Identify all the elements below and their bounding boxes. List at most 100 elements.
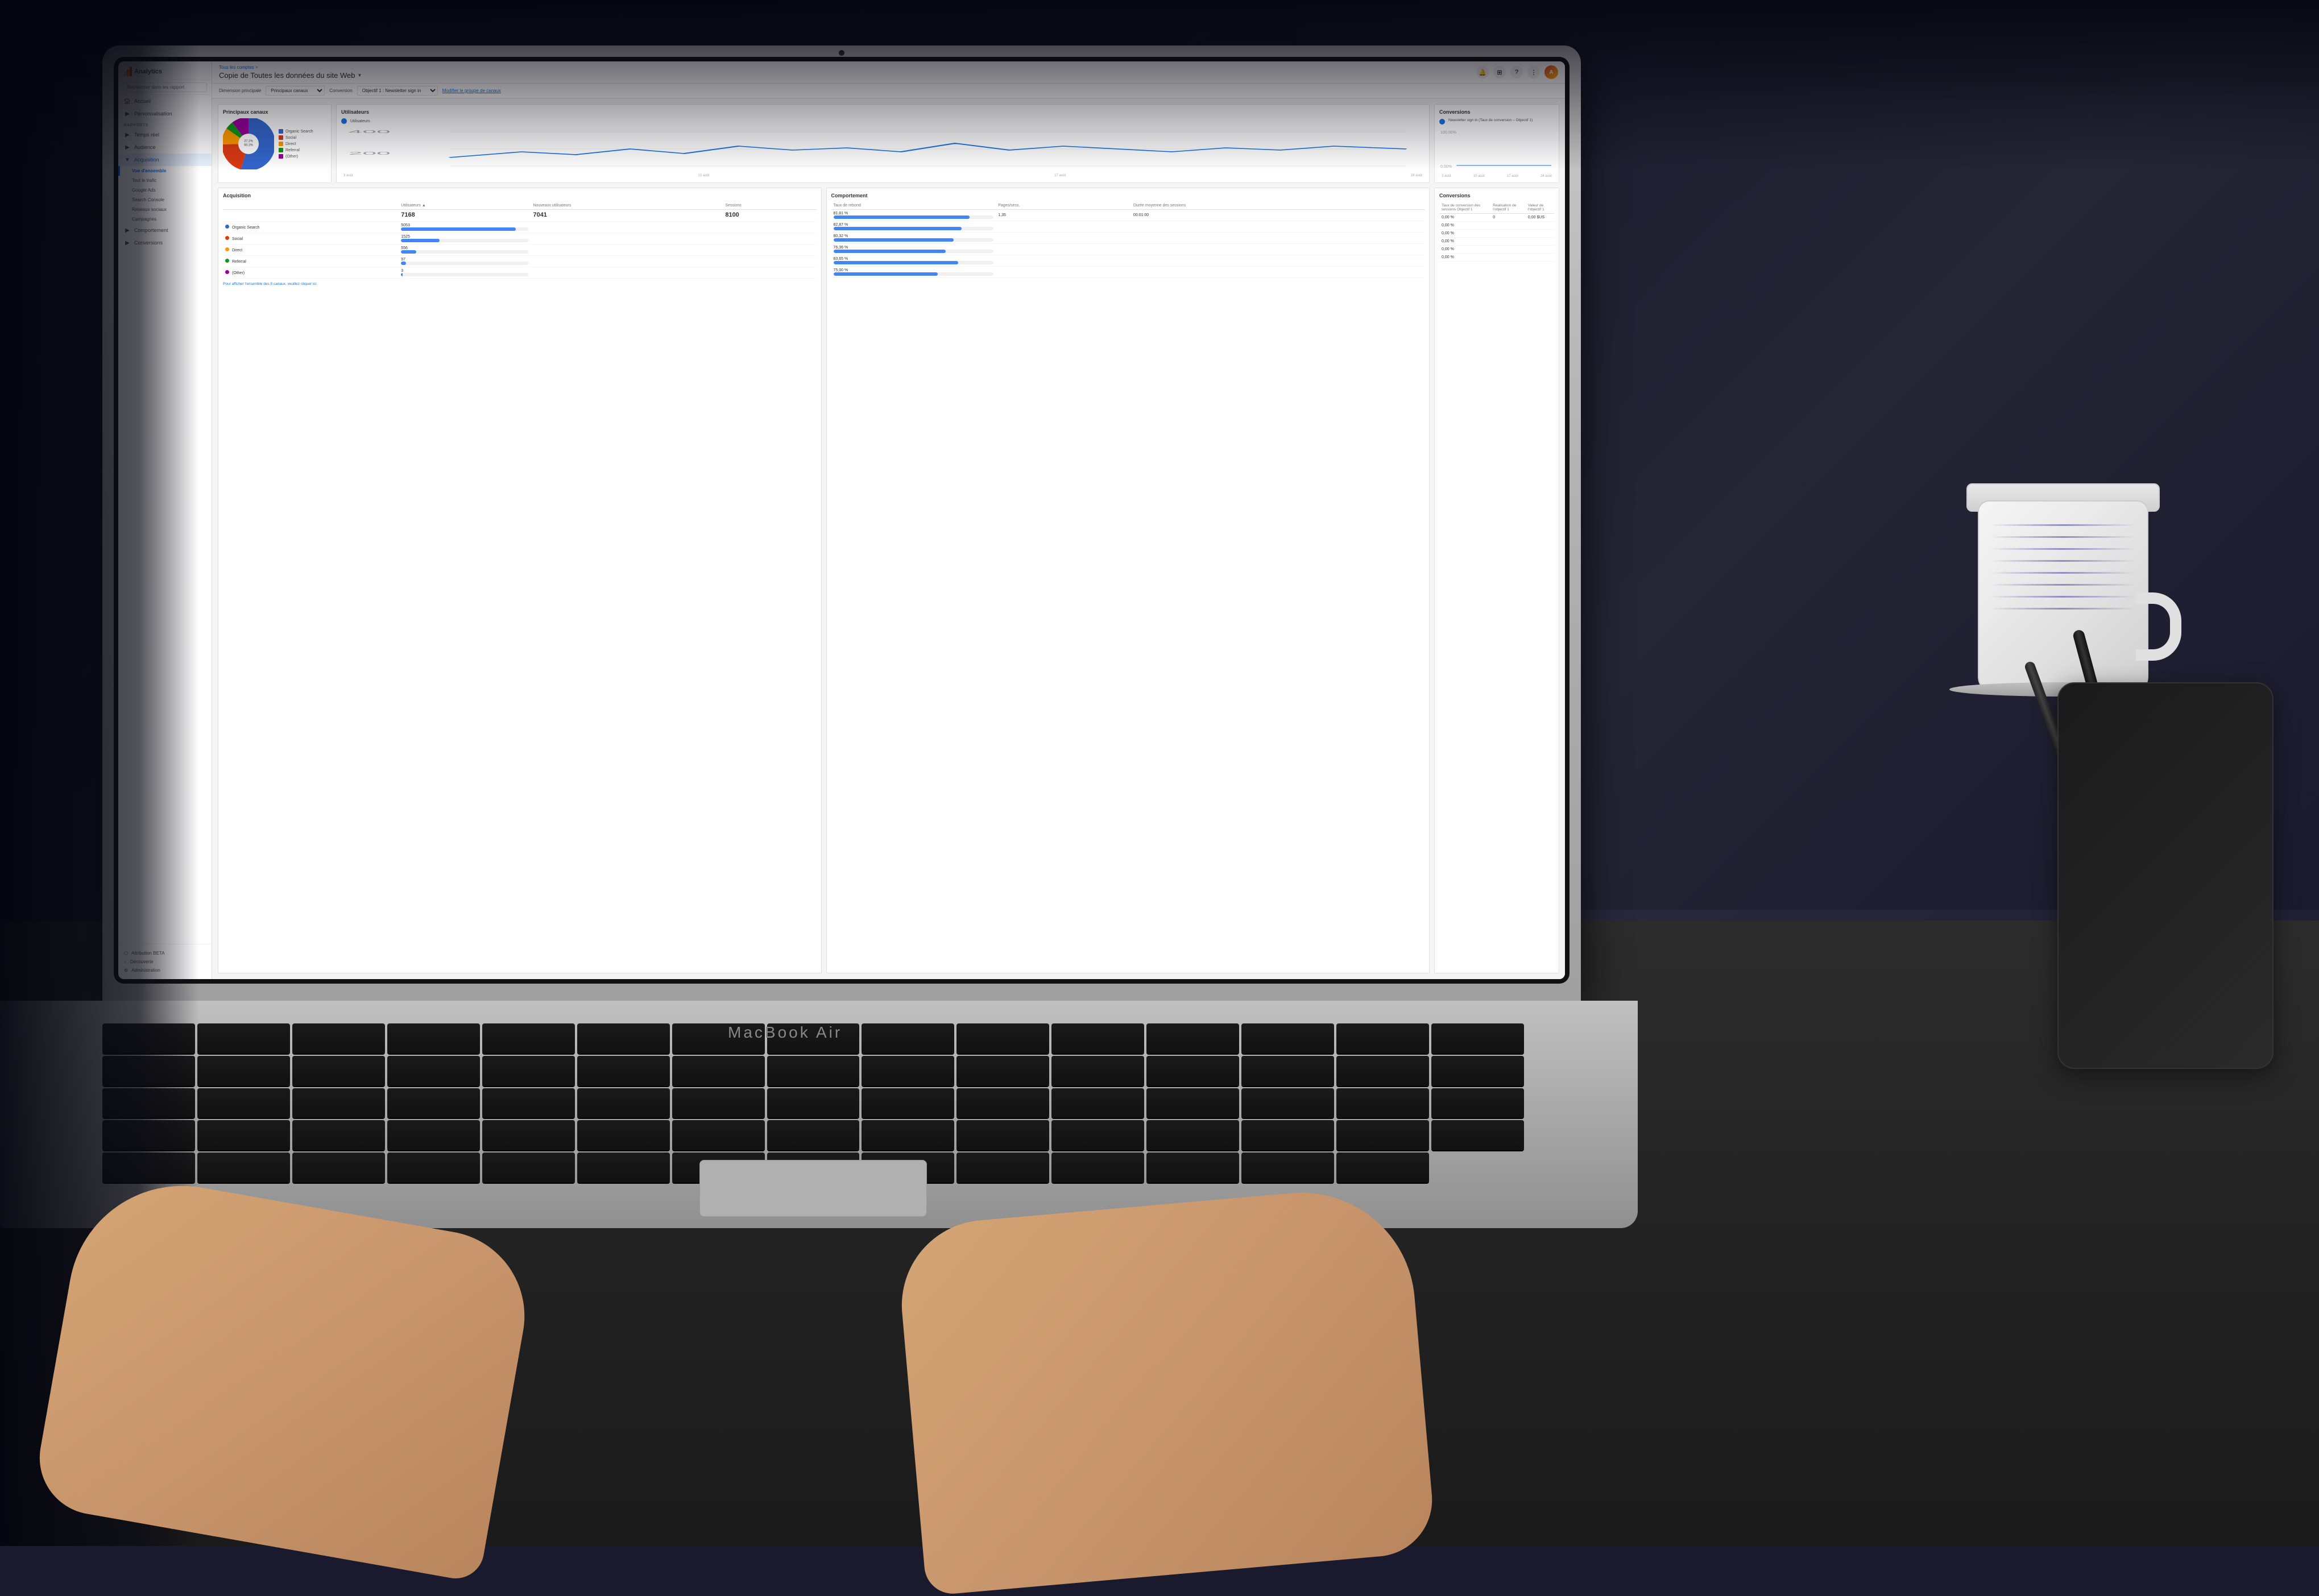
key[interactable] (672, 1088, 765, 1118)
main-content: Tous les comptes > Copie de Toutes les d… (212, 61, 1565, 979)
col-sessions[interactable]: Sessions (723, 202, 816, 210)
key[interactable] (577, 1056, 670, 1086)
key[interactable] (672, 1120, 765, 1150)
top-shadow-overlay (0, 0, 2319, 171)
key[interactable] (1051, 1120, 1144, 1150)
date-3: 17 août (1054, 174, 1066, 177)
key[interactable] (1431, 1120, 1524, 1150)
conv-table: Taux de conversion des sessions Objectif… (1439, 202, 1554, 262)
key[interactable] (577, 1088, 670, 1118)
key[interactable] (197, 1120, 290, 1150)
key[interactable] (197, 1153, 290, 1183)
key[interactable] (197, 1056, 290, 1086)
bar-organic (401, 227, 528, 231)
key[interactable] (292, 1088, 385, 1118)
conv-val-6 (1526, 254, 1554, 262)
key[interactable] (862, 1120, 954, 1150)
bar-fill-3 (401, 250, 416, 254)
col-rebond[interactable]: Taux de rebond (831, 202, 996, 210)
key[interactable] (482, 1153, 575, 1183)
key[interactable] (1336, 1088, 1429, 1118)
key[interactable] (956, 1153, 1049, 1183)
key[interactable] (1336, 1023, 1429, 1054)
key[interactable] (1051, 1023, 1144, 1054)
key[interactable] (862, 1023, 954, 1054)
key[interactable] (1051, 1088, 1144, 1118)
col-users[interactable]: Utilisateurs ▲ (399, 202, 531, 210)
key[interactable] (482, 1023, 575, 1054)
macbook: Analytics 🏠 Accueil ▶ Personnali (102, 45, 1751, 1183)
key[interactable] (387, 1056, 480, 1086)
col-conv-real[interactable]: Réalisation de l'objectif 1 (1490, 202, 1526, 214)
key[interactable] (1241, 1120, 1334, 1150)
key[interactable] (862, 1056, 954, 1086)
key[interactable] (862, 1088, 954, 1118)
key[interactable] (1146, 1056, 1239, 1086)
key[interactable] (387, 1088, 480, 1118)
key[interactable] (1146, 1088, 1239, 1118)
source-5: (Other) (223, 267, 399, 279)
bar-fill-2 (401, 239, 439, 242)
key[interactable] (956, 1056, 1049, 1086)
total-sessions: 8100 (723, 210, 816, 222)
key[interactable] (482, 1120, 575, 1150)
key[interactable] (956, 1023, 1049, 1054)
key[interactable] (956, 1120, 1049, 1150)
col-conv-rate[interactable]: Taux de conversion des sessions Objectif… (1439, 202, 1490, 214)
key[interactable] (1241, 1056, 1334, 1086)
col-conv-val[interactable]: Valeur de l'objectif 1 (1526, 202, 1554, 214)
key[interactable] (1241, 1023, 1334, 1054)
key[interactable] (1431, 1088, 1524, 1118)
mug-body (1978, 500, 2148, 694)
key[interactable] (1431, 1056, 1524, 1086)
sessions-5 (723, 267, 816, 279)
conv-real-4 (1490, 238, 1526, 246)
key[interactable] (1146, 1023, 1239, 1054)
key[interactable] (1241, 1088, 1334, 1118)
key[interactable] (1051, 1153, 1144, 1183)
touchpad[interactable] (699, 1160, 927, 1217)
bar-fill-4 (401, 262, 406, 265)
key[interactable] (767, 1120, 860, 1150)
users-4: 97 (399, 256, 531, 267)
key[interactable] (1146, 1120, 1239, 1150)
mug-stripe-2 (1990, 536, 2136, 538)
col-new-users[interactable]: Nouveaux utilisateurs (531, 202, 723, 210)
key[interactable] (197, 1088, 290, 1118)
key[interactable] (387, 1120, 480, 1150)
key[interactable] (292, 1153, 385, 1183)
key[interactable] (956, 1088, 1049, 1118)
key[interactable] (292, 1023, 385, 1054)
key[interactable] (1336, 1120, 1429, 1150)
key[interactable] (672, 1056, 765, 1086)
pages-1: 1,35 (996, 210, 1131, 221)
key[interactable] (577, 1153, 670, 1183)
key[interactable] (1431, 1023, 1524, 1054)
conv-row-6: 0,00 % (1439, 254, 1554, 262)
col-duree[interactable]: Durée moyenne des sessions (1131, 202, 1424, 210)
key[interactable] (577, 1120, 670, 1150)
key[interactable] (482, 1056, 575, 1086)
key[interactable] (767, 1088, 860, 1118)
key[interactable] (292, 1120, 385, 1150)
key[interactable] (1051, 1056, 1144, 1086)
key[interactable] (482, 1088, 575, 1118)
key[interactable] (767, 1056, 860, 1086)
show-all-link[interactable]: Pour afficher l'ensemble des 5 canaux, v… (223, 282, 817, 286)
total-users: 7168 (399, 210, 531, 222)
key[interactable] (1146, 1153, 1239, 1183)
conv-real-5 (1490, 246, 1526, 254)
col-source[interactable] (223, 202, 399, 210)
key[interactable] (1336, 1056, 1429, 1086)
table-row: Referral 97 (223, 256, 817, 267)
key[interactable] (387, 1023, 480, 1054)
key[interactable] (1241, 1153, 1334, 1183)
key[interactable] (1336, 1153, 1429, 1183)
mug-stripes (1990, 524, 2136, 670)
key[interactable] (197, 1023, 290, 1054)
col-pages[interactable]: Pages/sess. (996, 202, 1131, 210)
key[interactable] (387, 1153, 480, 1183)
date-4: 24 août (1411, 174, 1422, 177)
key[interactable] (292, 1056, 385, 1086)
key[interactable] (577, 1023, 670, 1054)
